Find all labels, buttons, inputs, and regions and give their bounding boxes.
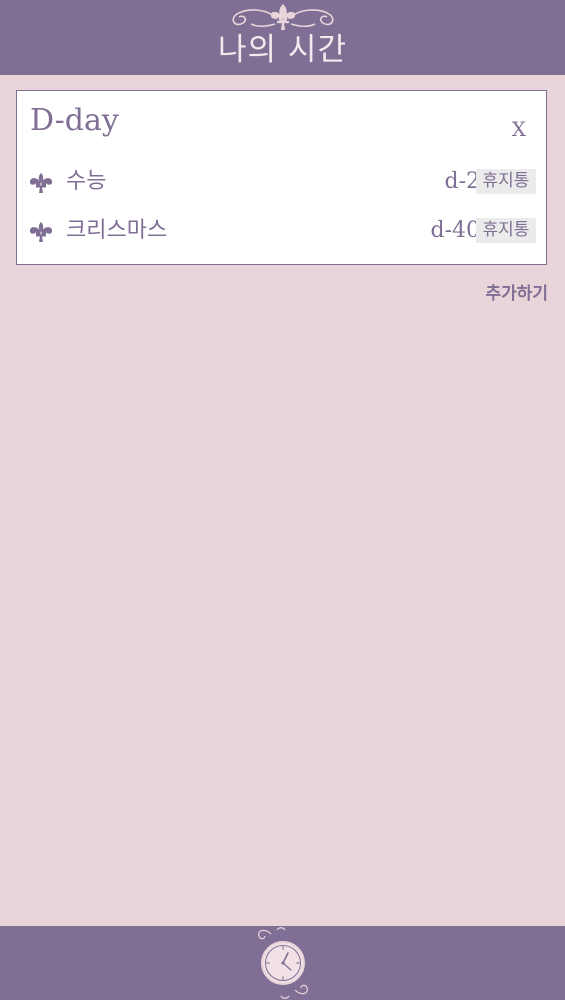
list-item: 수능 d-2 휴지통 bbox=[28, 167, 536, 197]
dday-panel: D-day X 수능 d-2 휴지통 크리스마스 d-40 휴지통 bbox=[16, 90, 547, 265]
app-footer bbox=[0, 926, 565, 1000]
app-header: 나의 시간 bbox=[0, 0, 565, 75]
event-name: 크리스마스 bbox=[66, 218, 168, 243]
delete-button[interactable]: 휴지통 bbox=[476, 218, 536, 243]
panel-title: D-day bbox=[30, 103, 119, 138]
fleur-de-lis-icon bbox=[29, 173, 53, 193]
fleur-ornament-icon bbox=[231, 4, 334, 30]
close-button[interactable]: X bbox=[512, 117, 526, 141]
app-title: 나의 시간 bbox=[218, 32, 347, 68]
event-name: 수능 bbox=[66, 169, 107, 194]
list-item: 크리스마스 d-40 휴지통 bbox=[28, 216, 536, 246]
event-dday: d-2 bbox=[444, 169, 480, 194]
clock-icon[interactable] bbox=[241, 926, 325, 1000]
fleur-de-lis-icon bbox=[29, 222, 53, 242]
event-dday: d-40 bbox=[430, 218, 480, 243]
delete-button[interactable]: 휴지통 bbox=[476, 169, 536, 194]
add-button[interactable]: 추가하기 bbox=[485, 282, 548, 306]
